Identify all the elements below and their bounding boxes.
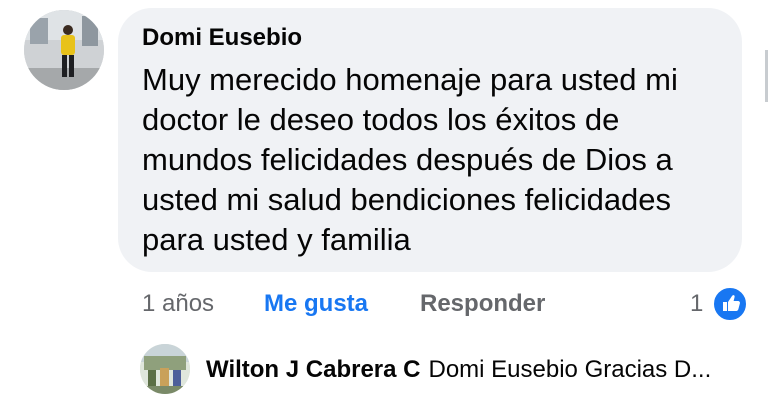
reaction-count[interactable]: 1 — [690, 290, 703, 318]
person-photo — [24, 10, 104, 90]
like-button[interactable]: Me gusta — [264, 290, 368, 318]
comment-actions: 1 años Me gusta Responder 1 — [0, 288, 768, 322]
reply-preview-text: Domi Eusebio Gracias D... — [428, 356, 712, 383]
group-photo — [140, 344, 190, 394]
commenter-avatar[interactable] — [24, 10, 104, 90]
comment-author[interactable]: Domi Eusebio — [142, 24, 302, 52]
comment-time[interactable]: 1 años — [142, 290, 214, 318]
comment-bubble: Domi Eusebio Muy merecido homenaje para … — [118, 8, 742, 272]
thumbs-up-icon[interactable] — [712, 286, 748, 322]
reply-preview[interactable]: Wilton J Cabrera C Domi Eusebio Gracias D… — [206, 356, 711, 384]
comment-text: Muy merecido homenaje para usted mi doct… — [142, 62, 678, 257]
reply-author[interactable]: Wilton J Cabrera C — [206, 356, 421, 383]
reply-avatar[interactable] — [140, 344, 190, 394]
reply-button[interactable]: Responder — [420, 290, 545, 318]
